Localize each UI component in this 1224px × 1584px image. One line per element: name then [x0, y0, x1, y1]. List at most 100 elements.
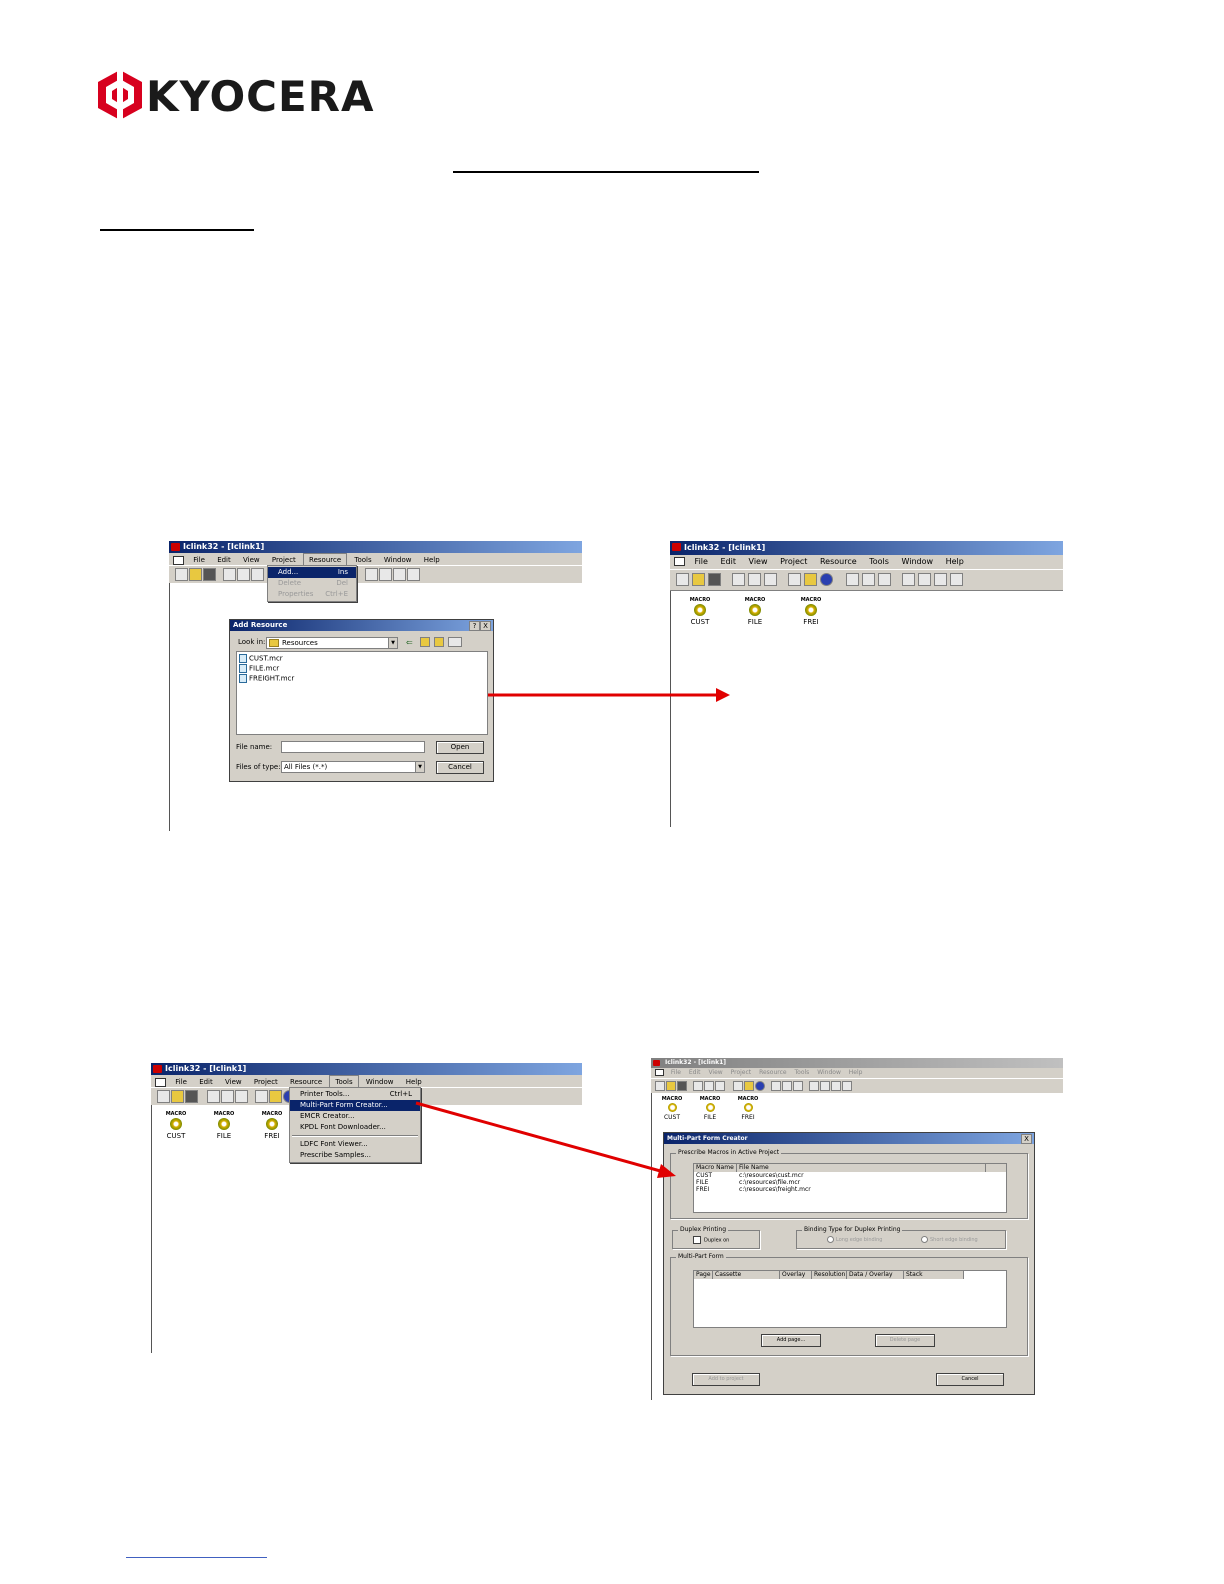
close-button[interactable]: X [1021, 1134, 1032, 1144]
col-macro-name[interactable]: Macro Name [694, 1164, 737, 1172]
add-page-button[interactable]: Add page... [761, 1334, 821, 1347]
details-view-icon[interactable] [842, 1081, 852, 1091]
menu-item-add[interactable]: Add... Ins [268, 567, 356, 578]
col-file-name[interactable]: File Name [737, 1164, 986, 1172]
look-in-select[interactable]: Resources ▼ [266, 637, 398, 649]
col-stack[interactable]: Stack [904, 1271, 964, 1279]
menu-window[interactable]: Window [896, 555, 938, 569]
cut-icon[interactable] [223, 568, 236, 581]
cut-icon[interactable] [207, 1090, 220, 1103]
paste-icon[interactable] [235, 1090, 248, 1103]
copy-icon[interactable] [237, 568, 250, 581]
list-view-icon[interactable] [934, 573, 947, 586]
macro-item[interactable]: MACRO CUST [162, 1111, 190, 1140]
chevron-down-icon[interactable]: ▼ [388, 638, 397, 648]
file-item[interactable]: FILE.mcr [239, 664, 279, 673]
menu-item-multi-part-form-creator[interactable]: Multi-Part Form Creator... [290, 1100, 420, 1111]
menu-help[interactable]: Help [846, 1068, 866, 1078]
add-to-project-button[interactable]: Add to project [692, 1373, 760, 1386]
back-icon[interactable]: ⇐ [406, 638, 413, 647]
help-icon[interactable] [744, 1081, 754, 1091]
long-edge-radio[interactable]: Long edge binding [827, 1236, 882, 1243]
table-row[interactable]: FREI c:\resources\freight.mcr [696, 1186, 811, 1194]
small-icons-icon[interactable] [820, 1081, 830, 1091]
menu-project[interactable]: Project [728, 1068, 755, 1078]
menu-view[interactable]: View [705, 1068, 725, 1078]
new-folder-icon[interactable] [434, 637, 444, 647]
properties-icon[interactable] [846, 573, 859, 586]
duplex-on-checkbox[interactable]: Duplex on [693, 1236, 729, 1244]
menu-resource[interactable]: Resource [815, 555, 862, 569]
save-icon[interactable] [203, 568, 216, 581]
help-icon[interactable] [269, 1090, 282, 1103]
info-icon[interactable] [820, 573, 833, 586]
col-resolution[interactable]: Resolution [812, 1271, 847, 1279]
copy-icon[interactable] [704, 1081, 714, 1091]
delete-icon[interactable] [782, 1081, 792, 1091]
file-item[interactable]: CUST.mcr [239, 654, 283, 663]
copy-icon[interactable] [221, 1090, 234, 1103]
new-icon[interactable] [655, 1081, 665, 1091]
menu-resource[interactable]: Resource [756, 1068, 790, 1078]
delete-page-button[interactable]: Delete page [875, 1334, 935, 1347]
menu-item-prescribe-samples[interactable]: Prescribe Samples... [290, 1150, 420, 1161]
macro-item[interactable]: MACRO FREI [734, 1096, 762, 1121]
list-view-icon[interactable] [831, 1081, 841, 1091]
help-icon[interactable] [804, 573, 817, 586]
menu-item-delete[interactable]: Delete Del [268, 578, 356, 589]
macro-item[interactable]: MACRO CUST [658, 1096, 686, 1121]
menu-project[interactable]: Project [775, 555, 812, 569]
macro-item[interactable]: MACRO FILE [741, 597, 769, 626]
large-icons-icon[interactable] [809, 1081, 819, 1091]
menu-edit[interactable]: Edit [715, 555, 741, 569]
print-icon[interactable] [255, 1090, 268, 1103]
files-of-type-select[interactable]: All Files (*.*) ▼ [281, 761, 425, 773]
chevron-down-icon[interactable]: ▼ [415, 762, 424, 772]
details-view-icon[interactable] [950, 573, 963, 586]
menu-item-kpdl-font-downloader[interactable]: KPDL Font Downloader... [290, 1122, 420, 1133]
new-icon[interactable] [157, 1090, 170, 1103]
open-icon[interactable] [189, 568, 202, 581]
cut-icon[interactable] [732, 573, 745, 586]
list-view-icon[interactable] [393, 568, 406, 581]
file-name-input[interactable] [281, 741, 425, 753]
print-icon[interactable] [733, 1081, 743, 1091]
cancel-button[interactable]: Cancel [936, 1373, 1004, 1386]
menu-item-ldfc-font-viewer[interactable]: LDFC Font Viewer... [290, 1139, 420, 1150]
new-icon[interactable] [175, 568, 188, 581]
copy-icon[interactable] [748, 573, 761, 586]
paste-icon[interactable] [251, 568, 264, 581]
menu-file[interactable]: File [668, 1068, 684, 1078]
menu-view[interactable]: View [744, 555, 773, 569]
open-icon[interactable] [666, 1081, 676, 1091]
add-icon[interactable] [793, 1081, 803, 1091]
open-button[interactable]: Open [436, 741, 484, 754]
menu-item-printer-tools[interactable]: Printer Tools... Ctrl+L [290, 1089, 420, 1100]
large-icons-icon[interactable] [365, 568, 378, 581]
details-view-icon[interactable] [407, 568, 420, 581]
paste-icon[interactable] [764, 573, 777, 586]
close-button[interactable]: X [480, 621, 491, 631]
save-icon[interactable] [185, 1090, 198, 1103]
small-icons-icon[interactable] [379, 568, 392, 581]
new-icon[interactable] [676, 573, 689, 586]
macro-item[interactable]: MACRO CUST [686, 597, 714, 626]
col-data-overlay[interactable]: Data / Overlay [847, 1271, 904, 1279]
open-icon[interactable] [171, 1090, 184, 1103]
cut-icon[interactable] [693, 1081, 703, 1091]
info-icon[interactable] [755, 1081, 765, 1091]
menu-file[interactable]: File [690, 555, 713, 569]
menu-window[interactable]: Window [814, 1068, 844, 1078]
short-edge-radio[interactable]: Short edge binding [921, 1236, 978, 1243]
up-folder-icon[interactable] [420, 637, 430, 647]
add-icon[interactable] [878, 573, 891, 586]
open-icon[interactable] [692, 573, 705, 586]
save-icon[interactable] [708, 573, 721, 586]
delete-icon[interactable] [862, 573, 875, 586]
col-page[interactable]: Page [694, 1271, 713, 1279]
col-overlay[interactable]: Overlay [780, 1271, 812, 1279]
macro-item[interactable]: MACRO FILE [210, 1111, 238, 1140]
col-cassette[interactable]: Cassette [713, 1271, 780, 1279]
menu-edit[interactable]: Edit [686, 1068, 704, 1078]
menu-tools[interactable]: Tools [864, 555, 894, 569]
